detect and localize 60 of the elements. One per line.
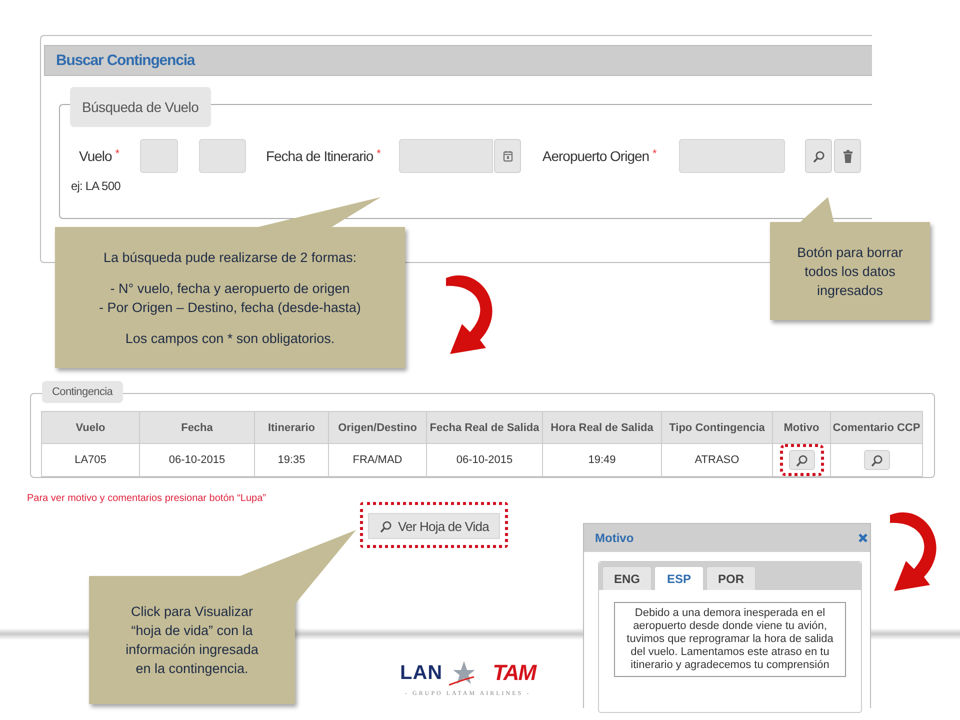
reason-text: Debido a una demora inesperada en el aeropuerto desde donde viene tu avión, tuvimos que reprogramar la hora de salida del vuelo. Lamentamos este atraso en tu itinerario y agradecemos tu comprensión: [614, 602, 846, 677]
table-cell: FRA/MAD: [328, 444, 426, 476]
callout-text: todos los datos: [804, 262, 896, 280]
hint-text: ej: LA 500: [71, 179, 122, 193]
callout-text: en la contingencia.: [134, 660, 250, 678]
column-header: Comentario CCP: [830, 412, 922, 444]
table-cell: 06-10-2015: [426, 444, 542, 476]
callout-text: “hoja de vida” con la: [130, 622, 254, 640]
callout-text: - Por Origen – Destino, fecha (desde-hasta): [98, 298, 362, 316]
delete-button[interactable]: [834, 139, 862, 173]
table-cell: ATRASO: [662, 444, 772, 476]
column-header: Fecha: [140, 412, 254, 444]
callout-text: Los campos con * son obligatorios.: [124, 330, 336, 348]
column-header: Origen/Destino: [328, 412, 426, 444]
panel-title: Buscar Contingencia: [44, 45, 872, 76]
calendar-button[interactable]: [494, 139, 522, 173]
logo-text: TAM: [492, 660, 536, 686]
table-cell: 19:49: [542, 444, 662, 476]
fieldset-legend: Contingencia: [42, 381, 123, 403]
search-icon: [812, 150, 826, 162]
tab[interactable]: ESP: [654, 566, 704, 590]
table-cell: LA705: [42, 444, 140, 476]
callout-text: Botón para borrar: [796, 244, 904, 262]
calendar-icon: [502, 150, 513, 162]
search-icon: [795, 454, 808, 466]
column-header: Motivo: [772, 412, 830, 444]
callout-text: ingresados: [816, 282, 884, 300]
column-header: Vuelo: [42, 412, 140, 444]
search-button[interactable]: [805, 139, 832, 173]
fieldset-legend: Búsqueda de Vuelo: [70, 87, 211, 127]
tab[interactable]: ENG: [602, 566, 652, 590]
search-button[interactable]: [864, 450, 890, 470]
column-header: Tipo Contingencia: [662, 412, 772, 444]
search-icon: [379, 520, 392, 532]
star-icon: [448, 660, 475, 686]
tab[interactable]: POR: [706, 566, 756, 590]
column-header: Fecha Real de Salida: [426, 412, 542, 444]
field-label: Aeropuerto Origen *: [542, 148, 656, 164]
callout-text: La búsqueda pude realizarse de 2 formas:: [102, 248, 358, 266]
callout-text: Click para Visualizar: [130, 603, 254, 621]
note-text: Para ver motivo y comentarios presionar botón “Lupa”: [27, 493, 266, 504]
logo-text: LAN: [400, 662, 443, 684]
callout-text: información ingresada: [124, 641, 260, 659]
column-header: Itinerario: [254, 412, 328, 444]
dialog-title: Motivo: [595, 531, 634, 545]
search-icon: [870, 454, 883, 466]
table-cell: 19:35: [254, 444, 328, 476]
close-icon: [858, 533, 868, 543]
input-field[interactable]: [679, 139, 786, 173]
callout-text: - N° vuelo, fecha y aeropuerto de origen: [109, 280, 351, 298]
field-label: Fecha de Itinerario *: [266, 148, 380, 164]
field-label: Vuelo *: [79, 148, 119, 164]
search-button[interactable]: [788, 450, 814, 470]
table-cell: 06-10-2015: [140, 444, 254, 476]
trash-icon: [842, 150, 853, 162]
input-field[interactable]: [140, 139, 178, 173]
column-header: Hora Real de Salida: [542, 412, 662, 444]
date-field[interactable]: [399, 139, 494, 173]
input-field[interactable]: [198, 139, 246, 173]
view-record-button[interactable]: Ver Hoja de Vida: [368, 513, 500, 539]
